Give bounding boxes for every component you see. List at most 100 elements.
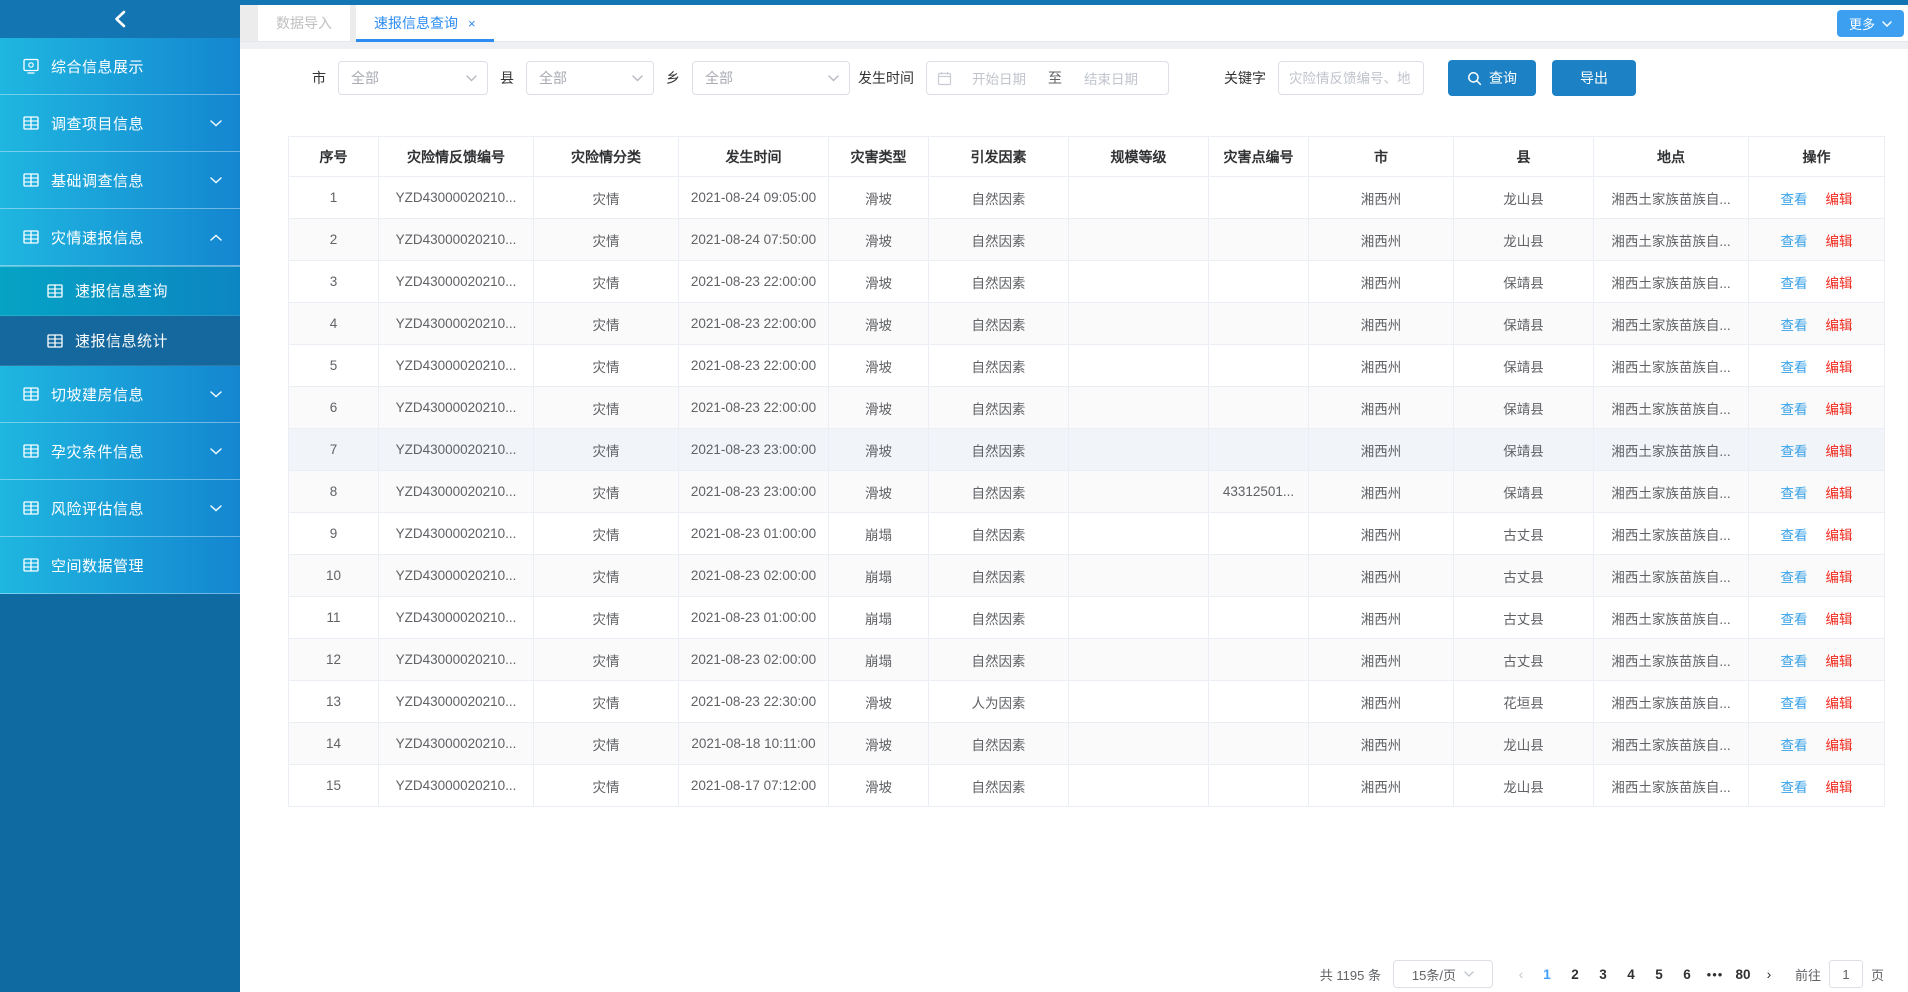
table-cell: YZD43000020210... [379, 345, 534, 387]
keyword-input[interactable] [1278, 61, 1424, 95]
tab-1[interactable]: 速报信息查询× [356, 5, 494, 41]
table-cell: 自然因素 [929, 429, 1069, 471]
view-link[interactable]: 查看 [1781, 360, 1808, 375]
page-number-80[interactable]: 80 [1729, 967, 1757, 982]
view-link[interactable]: 查看 [1781, 192, 1808, 207]
table-icon [22, 556, 40, 574]
edit-link[interactable]: 编辑 [1826, 276, 1853, 291]
table-cell: 5 [289, 345, 379, 387]
sidebar-collapse-button[interactable] [0, 0, 240, 38]
page-number-1[interactable]: 1 [1533, 967, 1561, 982]
sidebar-item-8[interactable]: 风险评估信息 [0, 480, 240, 537]
chevron-down-icon [828, 75, 839, 82]
edit-link[interactable]: 编辑 [1826, 360, 1853, 375]
page-number-5[interactable]: 5 [1645, 967, 1673, 982]
edit-link[interactable]: 编辑 [1826, 528, 1853, 543]
table-cell: 滑坡 [829, 429, 929, 471]
table-cell: 灾情 [534, 681, 679, 723]
tabs: 数据导入速报信息查询× [258, 5, 494, 41]
end-date-input[interactable]: 结束日期 [1064, 68, 1158, 88]
view-link[interactable]: 查看 [1781, 402, 1808, 417]
county-label: 县 [500, 68, 514, 88]
sidebar-item-0[interactable]: 综合信息展示 [0, 38, 240, 95]
view-link[interactable]: 查看 [1781, 612, 1808, 627]
table-cell: 13 [289, 681, 379, 723]
sidebar-item-9[interactable]: 空间数据管理 [0, 537, 240, 594]
sidebar-item-1[interactable]: 调查项目信息 [0, 95, 240, 152]
table-cell [1069, 219, 1209, 261]
city-select[interactable]: 全部 [338, 61, 488, 95]
table-cell: 人为因素 [929, 681, 1069, 723]
prev-page-button[interactable]: ‹ [1509, 966, 1533, 982]
sidebar-item-2[interactable]: 基础调查信息 [0, 152, 240, 209]
page-number-4[interactable]: 4 [1617, 967, 1645, 982]
edit-link[interactable]: 编辑 [1826, 696, 1853, 711]
next-page-button[interactable]: › [1757, 966, 1781, 982]
view-link[interactable]: 查看 [1781, 318, 1808, 333]
edit-link[interactable]: 编辑 [1826, 318, 1853, 333]
table-cell: 湘西州 [1309, 345, 1454, 387]
edit-link[interactable]: 编辑 [1826, 234, 1853, 249]
table-cell: 湘西土家族苗族自... [1594, 471, 1749, 513]
view-link[interactable]: 查看 [1781, 528, 1808, 543]
column-header-9: 县 [1454, 137, 1594, 177]
county-select[interactable]: 全部 [526, 61, 654, 95]
table-cell: 龙山县 [1454, 765, 1594, 807]
view-link[interactable]: 查看 [1781, 696, 1808, 711]
table-cell: 自然因素 [929, 345, 1069, 387]
page-number-6[interactable]: 6 [1673, 967, 1701, 982]
more-button[interactable]: 更多 [1837, 10, 1904, 37]
view-link[interactable]: 查看 [1781, 654, 1808, 669]
table-cell: 湘西土家族苗族自... [1594, 765, 1749, 807]
edit-link[interactable]: 编辑 [1826, 402, 1853, 417]
export-button[interactable]: 导出 [1552, 60, 1636, 96]
table-cell [1209, 219, 1309, 261]
column-header-6: 规模等级 [1069, 137, 1209, 177]
table-row: 3YZD43000020210...灾情2021-08-23 22:00:00滑… [289, 261, 1885, 303]
edit-link[interactable]: 编辑 [1826, 738, 1853, 753]
sidebar-item-5[interactable]: 速报信息统计 [0, 316, 240, 366]
edit-link[interactable]: 编辑 [1826, 654, 1853, 669]
view-link[interactable]: 查看 [1781, 444, 1808, 459]
view-link[interactable]: 查看 [1781, 234, 1808, 249]
table-cell: 崩塌 [829, 639, 929, 681]
sidebar-item-7[interactable]: 孕灾条件信息 [0, 423, 240, 480]
view-link[interactable]: 查看 [1781, 570, 1808, 585]
edit-link[interactable]: 编辑 [1826, 780, 1853, 795]
table-cell: 自然因素 [929, 723, 1069, 765]
search-button[interactable]: 查询 [1448, 60, 1536, 96]
tab-0[interactable]: 数据导入 [258, 5, 350, 41]
goto-page-input[interactable] [1829, 960, 1863, 988]
page-number-2[interactable]: 2 [1561, 967, 1589, 982]
page-size-select[interactable]: 15条/页 [1393, 960, 1493, 988]
view-link[interactable]: 查看 [1781, 780, 1808, 795]
start-date-input[interactable]: 开始日期 [952, 68, 1046, 88]
calendar-icon [937, 71, 952, 86]
edit-link[interactable]: 编辑 [1826, 486, 1853, 501]
table-cell: 8 [289, 471, 379, 513]
date-range-picker[interactable]: 开始日期 至 结束日期 [926, 61, 1169, 95]
edit-link[interactable]: 编辑 [1826, 570, 1853, 585]
table-icon [22, 499, 40, 517]
table-cell: 灾情 [534, 429, 679, 471]
table-cell: 保靖县 [1454, 387, 1594, 429]
sidebar-item-6[interactable]: 切坡建房信息 [0, 366, 240, 423]
close-icon[interactable]: × [468, 16, 476, 31]
edit-link[interactable]: 编辑 [1826, 192, 1853, 207]
table-cell: 自然因素 [929, 513, 1069, 555]
edit-link[interactable]: 编辑 [1826, 444, 1853, 459]
page-number-3[interactable]: 3 [1589, 967, 1617, 982]
table-row: 2YZD43000020210...灾情2021-08-24 07:50:00滑… [289, 219, 1885, 261]
sidebar-item-3[interactable]: 灾情速报信息 [0, 209, 240, 266]
sidebar-item-4[interactable]: 速报信息查询 [0, 266, 240, 316]
view-link[interactable]: 查看 [1781, 486, 1808, 501]
town-select[interactable]: 全部 [692, 61, 850, 95]
table-cell: 自然因素 [929, 387, 1069, 429]
sidebar-item-label: 风险评估信息 [51, 498, 210, 519]
more-pages-icon[interactable]: ••• [1701, 967, 1729, 982]
column-header-2: 灾险情分类 [534, 137, 679, 177]
view-link[interactable]: 查看 [1781, 276, 1808, 291]
view-link[interactable]: 查看 [1781, 738, 1808, 753]
edit-link[interactable]: 编辑 [1826, 612, 1853, 627]
table-cell: 灾情 [534, 471, 679, 513]
